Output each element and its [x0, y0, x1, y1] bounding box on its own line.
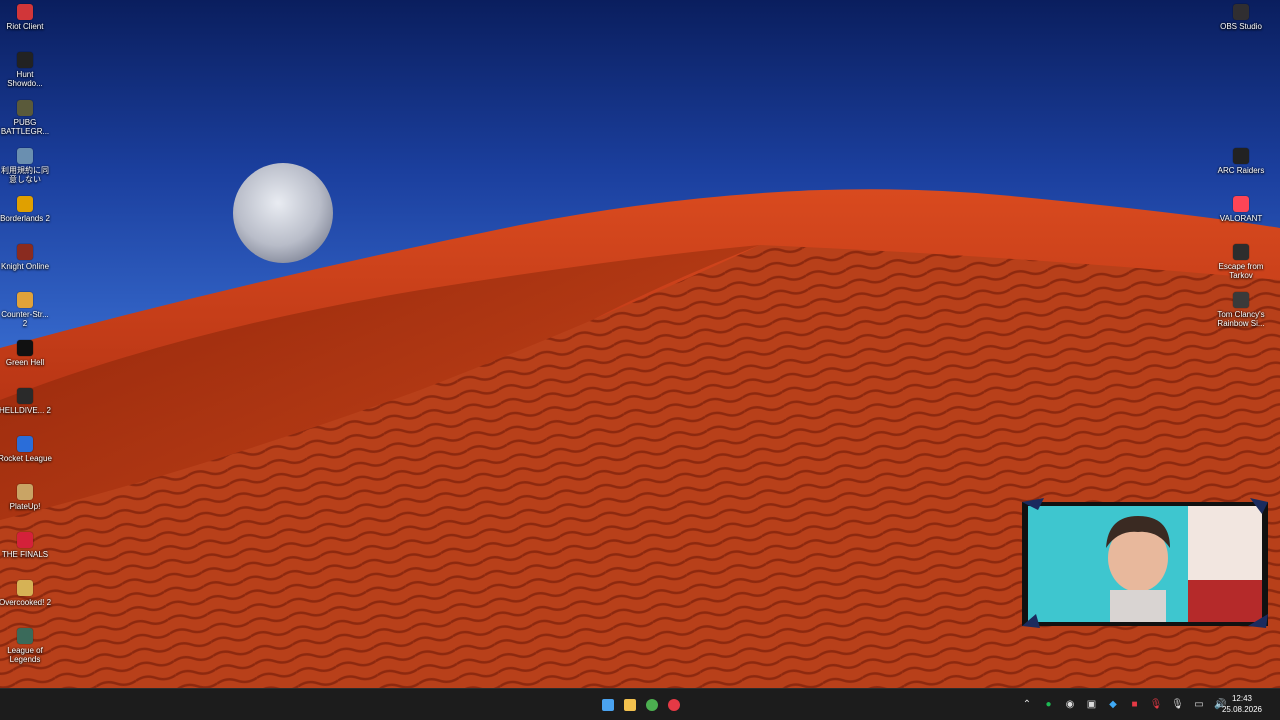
taskbar-riot-client-taskbar-button[interactable] — [664, 695, 684, 715]
desktop-icon-league-of-legends[interactable]: League of Legends — [0, 628, 50, 664]
riot-client-taskbar-icon — [668, 699, 680, 711]
webcam-overlay-photo — [1022, 498, 1268, 628]
desktop-icon-label: Rocket League — [0, 454, 52, 463]
riot-client-icon — [17, 4, 33, 20]
borderlands-icon — [17, 196, 33, 212]
app-tray-icon[interactable]: ▣ — [1085, 697, 1099, 711]
moon — [233, 163, 333, 263]
mic-icon[interactable]: 🎙 — [1171, 697, 1185, 711]
file-explorer-icon — [624, 699, 636, 711]
desktop-icon-label: OBS Studio — [1220, 22, 1262, 31]
hunt-showdown-icon — [17, 52, 33, 68]
network-icon[interactable]: ▭ — [1192, 697, 1206, 711]
desktop-icon-overcooked[interactable]: Overcooked! 2 — [0, 580, 52, 607]
desktop-icon-label: Tom Clancy's Rainbow Si... — [1217, 310, 1265, 328]
obs-tray-icon[interactable]: ◉ — [1063, 697, 1077, 711]
desktop-icon-the-finals[interactable]: THE FINALS — [0, 532, 50, 559]
desktop-icon-label: VALORANT — [1219, 214, 1263, 223]
desktop-icon-label: Counter-Str... 2 — [1, 310, 49, 328]
the-finals-icon — [17, 532, 33, 548]
desktop-icon-label: Green Hell — [5, 358, 45, 367]
desktop-icon-label: ARC Raiders — [1217, 166, 1265, 175]
clock-time: 12:43 — [1231, 694, 1253, 703]
arc-raiders-icon — [1233, 148, 1249, 164]
green-hell-icon — [17, 340, 33, 356]
desktop-icon-counter-strike[interactable]: Counter-Str... 2 — [0, 292, 50, 328]
desktop-icon-game-shortcut[interactable]: 利用規約に同意しない — [0, 148, 50, 184]
desktop-icon-rainbow-six[interactable]: Tom Clancy's Rainbow Si... — [1216, 292, 1266, 328]
riot-tray-icon[interactable]: ■ — [1128, 697, 1142, 711]
desktop-icon-rocket-league[interactable]: Rocket League — [0, 436, 52, 463]
desktop-icon-label: League of Legends — [7, 646, 43, 664]
pubg-icon — [17, 100, 33, 116]
league-of-legends-icon — [17, 628, 33, 644]
desktop-icon-green-hell[interactable]: Green Hell — [0, 340, 50, 367]
helldivers-icon — [17, 388, 33, 404]
desktop-icon-label: PlateUp! — [9, 502, 41, 511]
desktop-icon-label: THE FINALS — [1, 550, 49, 559]
desktop-icon-label: Hunt Showdo... — [7, 70, 43, 88]
clock[interactable]: 12:43 25.08.2026 — [1216, 693, 1268, 715]
clock-date: 25.08.2026 — [1221, 705, 1263, 714]
desktop-icon-label: Knight Online — [0, 262, 50, 271]
taskbar: ⌃ ● ◉ ▣ ◆ ■ 🎙 🎙 ▭ 🔊 12:43 25.08.2026 — [0, 688, 1280, 720]
mic-muted-icon[interactable]: 🎙 — [1149, 697, 1163, 711]
chevron-up-icon[interactable]: ⌃ — [1020, 697, 1034, 711]
desktop-icon-valorant[interactable]: VALORANT — [1216, 196, 1266, 223]
overcooked-icon — [17, 580, 33, 596]
desktop-icon-hunt-showdown[interactable]: Hunt Showdo... — [0, 52, 50, 88]
spotify-icon[interactable]: ● — [1042, 697, 1056, 711]
chrome-icon — [646, 699, 658, 711]
desktop-icon-label: Riot Client — [6, 22, 44, 31]
valorant-icon — [1233, 196, 1249, 212]
windows-start-icon — [602, 699, 614, 711]
rainbow-six-icon — [1233, 292, 1249, 308]
desktop-icon-tarkov[interactable]: Escape from Tarkov — [1216, 244, 1266, 280]
desktop-icon-label: PUBG BATTLEGR... — [0, 118, 50, 136]
desktop-icon-label: Borderlands 2 — [0, 214, 50, 223]
desktop: Riot Client Hunt Showdo... PUBG BATTLEGR..… — [0, 0, 1280, 688]
obs-studio-icon — [1233, 4, 1249, 20]
desktop-icon-label: 利用規約に同意しない — [1, 166, 49, 184]
taskbar-windows-start-button[interactable] — [598, 695, 618, 715]
knight-online-icon — [17, 244, 33, 260]
desktop-icon-label: HELLDIVE... 2 — [0, 406, 52, 415]
tarkov-icon — [1233, 244, 1249, 260]
desktop-icon-obs-studio[interactable]: OBS Studio — [1216, 4, 1266, 31]
desktop-icon-label: Overcooked! 2 — [0, 598, 52, 607]
shield-tray-icon[interactable]: ◆ — [1106, 697, 1120, 711]
desktop-icon-helldivers[interactable]: HELLDIVE... 2 — [0, 388, 52, 415]
desktop-icon-arc-raiders[interactable]: ARC Raiders — [1216, 148, 1266, 175]
taskbar-chrome-button[interactable] — [642, 695, 662, 715]
desktop-icon-knight-online[interactable]: Knight Online — [0, 244, 50, 271]
desktop-icon-label: Escape from Tarkov — [1218, 262, 1264, 280]
taskbar-file-explorer-button[interactable] — [620, 695, 640, 715]
desktop-icon-borderlands[interactable]: Borderlands 2 — [0, 196, 50, 223]
game-shortcut-icon — [17, 148, 33, 164]
desktop-icon-riot-client[interactable]: Riot Client — [0, 4, 50, 31]
counter-strike-icon — [17, 292, 33, 308]
desktop-icon-plateup[interactable]: PlateUp! — [0, 484, 50, 511]
desktop-icon-pubg[interactable]: PUBG BATTLEGR... — [0, 100, 50, 136]
rocket-league-icon — [17, 436, 33, 452]
plateup-icon — [17, 484, 33, 500]
